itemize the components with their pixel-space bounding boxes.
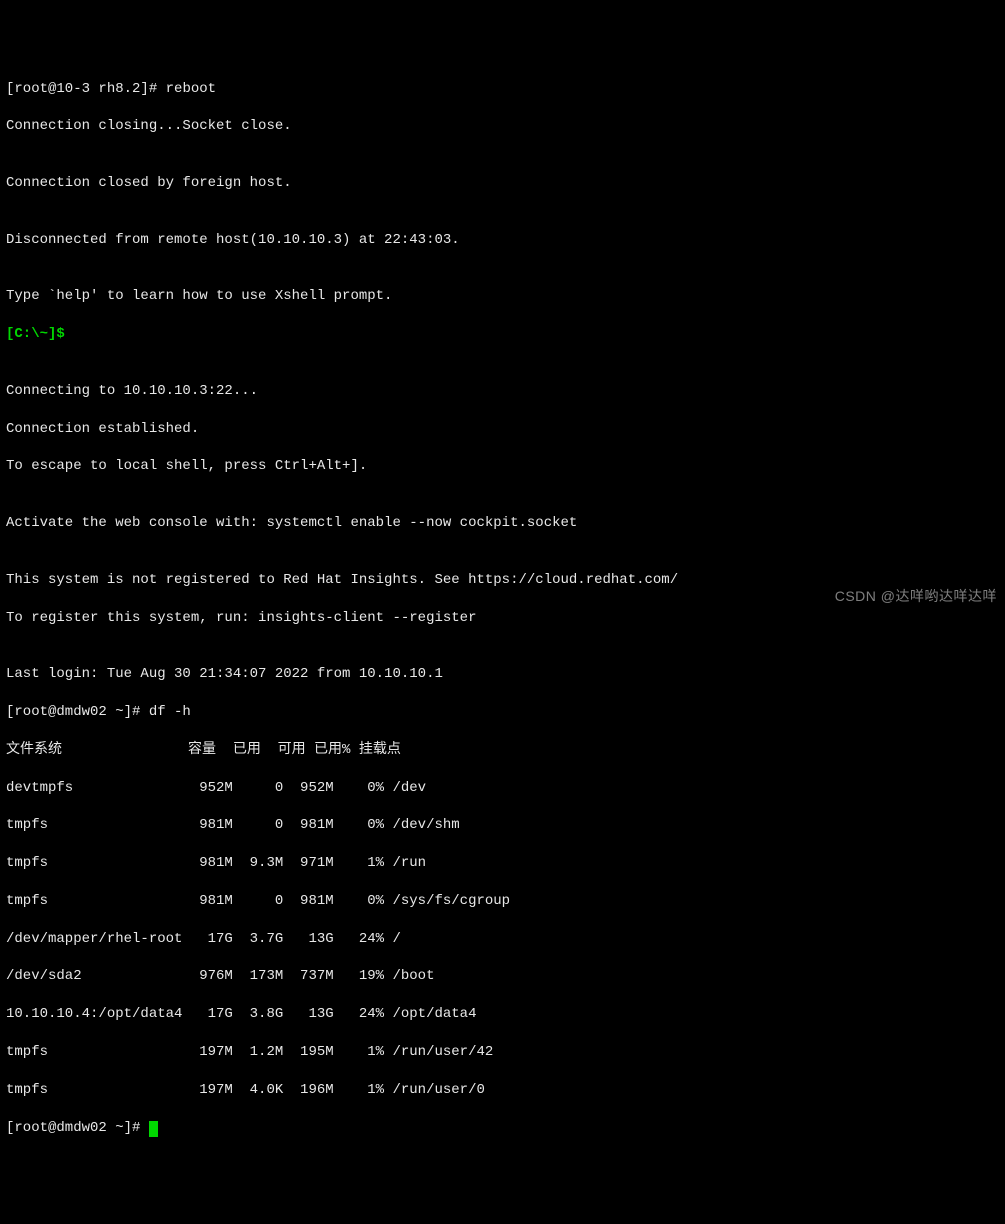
df-row: /dev/mapper/rhel-root 17G 3.7G 13G 24% /: [6, 930, 999, 949]
terminal-line: To register this system, run: insights-c…: [6, 609, 999, 628]
df-row: tmpfs 981M 0 981M 0% /sys/fs/cgroup: [6, 892, 999, 911]
terminal-line: [root@10-3 rh8.2]# reboot: [6, 80, 999, 99]
df-row: tmpfs 981M 9.3M 971M 1% /run: [6, 854, 999, 873]
terminal-line: Connecting to 10.10.10.3:22...: [6, 382, 999, 401]
terminal-line: [C:\~]$: [6, 325, 999, 344]
terminal-line: Disconnected from remote host(10.10.10.3…: [6, 231, 999, 250]
df-header: 文件系统 容量 已用 可用 已用% 挂载点: [6, 741, 999, 760]
df-row: /dev/sda2 976M 173M 737M 19% /boot: [6, 967, 999, 986]
xshell-local-prompt: [C:\~]$: [6, 326, 73, 342]
command-text: df -h: [149, 704, 191, 720]
df-row: 10.10.10.4:/opt/data4 17G 3.8G 13G 24% /…: [6, 1005, 999, 1024]
terminal-line: Connection established.: [6, 420, 999, 439]
cursor-icon[interactable]: [149, 1121, 158, 1137]
df-row: devtmpfs 952M 0 952M 0% /dev: [6, 779, 999, 798]
terminal-line: Connection closed by foreign host.: [6, 174, 999, 193]
terminal-line: To escape to local shell, press Ctrl+Alt…: [6, 457, 999, 476]
terminal-line: [root@dmdw02 ~]# df -h: [6, 703, 999, 722]
shell-prompt: [root@dmdw02 ~]#: [6, 704, 149, 720]
df-row: tmpfs 197M 4.0K 196M 1% /run/user/0: [6, 1081, 999, 1100]
df-row: tmpfs 981M 0 981M 0% /dev/shm: [6, 816, 999, 835]
df-row: tmpfs 197M 1.2M 195M 1% /run/user/42: [6, 1043, 999, 1062]
terminal-line: Connection closing...Socket close.: [6, 117, 999, 136]
shell-prompt: [root@10-3 rh8.2]#: [6, 81, 166, 97]
command-text: reboot: [166, 81, 216, 97]
terminal-line: Activate the web console with: systemctl…: [6, 514, 999, 533]
terminal-line: Last login: Tue Aug 30 21:34:07 2022 fro…: [6, 665, 999, 684]
watermark-text: CSDN @达咩哟达咩达咩: [835, 587, 997, 606]
terminal-line[interactable]: [root@dmdw02 ~]#: [6, 1119, 999, 1138]
terminal-line: Type `help' to learn how to use Xshell p…: [6, 287, 999, 306]
shell-prompt: [root@dmdw02 ~]#: [6, 1120, 149, 1136]
